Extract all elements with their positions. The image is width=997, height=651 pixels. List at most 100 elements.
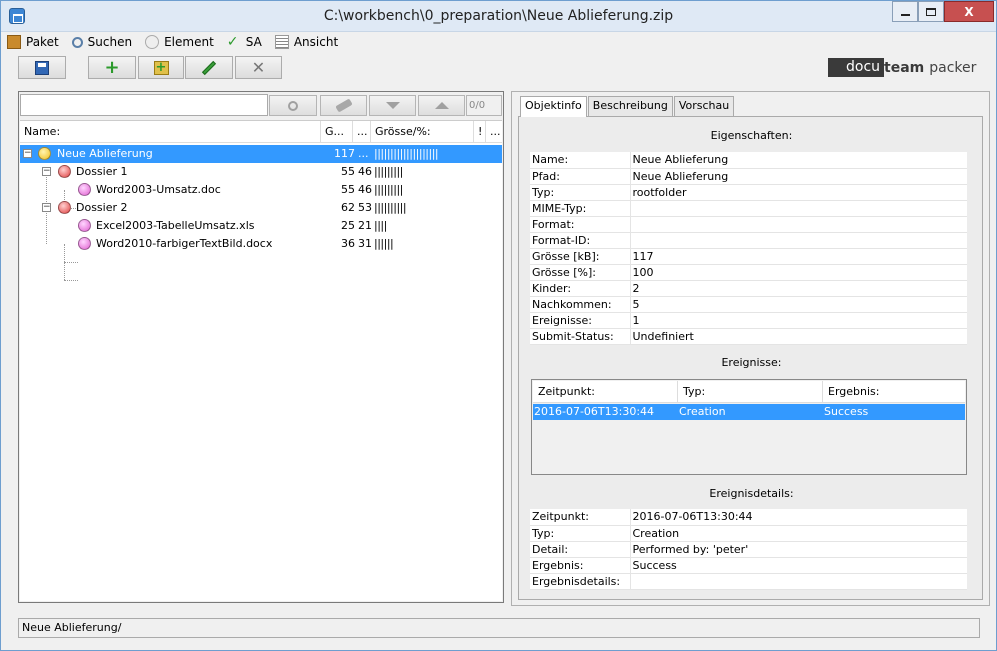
tree-row-size: 25 <box>341 219 355 232</box>
search-button[interactable] <box>269 95 317 116</box>
events-table: Zeitpunkt: Typ: Ergebnis: 2016-07-06T13:… <box>531 379 967 475</box>
property-key: Grösse [%]: <box>530 264 631 281</box>
tree-row-percent: 53 <box>358 201 372 214</box>
save-button[interactable] <box>18 56 66 79</box>
objektinfo-content: Eigenschaften: Name: Neue Ablieferung Pfa… <box>518 116 983 600</box>
column-percent[interactable]: ... <box>353 121 371 143</box>
tree-row-size: 62 <box>341 201 355 214</box>
close-icon: X <box>964 4 974 19</box>
magnifier-icon <box>288 100 298 111</box>
tree-row-bar: |||||| <box>374 237 394 250</box>
menu-element[interactable]: Element <box>143 35 216 49</box>
tree-row-size: 55 <box>341 165 355 178</box>
property-row: Format-ID: <box>530 232 967 249</box>
tree-row[interactable]: Word2010-farbigerTextBild.docx 36 31 |||… <box>20 235 502 253</box>
detail-value: Performed by: 'peter' <box>630 541 967 558</box>
delete-button[interactable]: ✕ <box>235 56 282 79</box>
window-title: C:\workbench\0_preparation\Neue Abliefer… <box>323 8 674 24</box>
title-bar[interactable]: C:\workbench\0_preparation\Neue Abliefer… <box>1 1 996 32</box>
edit-button[interactable] <box>185 56 233 79</box>
property-key: Format-ID: <box>530 232 631 249</box>
close-button[interactable]: X <box>944 1 994 22</box>
tree-row[interactable]: − Dossier 1 55 46 ||||||||| <box>20 163 502 181</box>
property-row: Kinder: 2 <box>530 280 967 297</box>
property-key: Format: <box>530 216 631 233</box>
menu-ansicht-label: Ansicht <box>293 35 339 49</box>
add-multiple-button[interactable]: + <box>138 56 184 79</box>
menu-sa-label: SA <box>245 35 262 49</box>
menu-element-label: Element <box>164 35 214 49</box>
tree-connector <box>64 280 78 281</box>
add-button[interactable]: + <box>88 56 136 79</box>
property-value: 2 <box>630 280 967 297</box>
eigenschaften-title: Eigenschaften: <box>710 129 793 142</box>
property-key: Name: <box>530 152 631 169</box>
event-row[interactable]: 2016-07-06T13:30:44 Creation Success <box>533 404 965 420</box>
file-status-icon <box>78 183 91 196</box>
column-more[interactable]: ... <box>486 121 502 143</box>
folder-status-icon <box>58 201 71 214</box>
detail-row: Detail: Performed by: 'peter' <box>530 541 967 558</box>
tree-row[interactable]: Excel2003-TabelleUmsatz.xls 25 21 |||| <box>20 217 502 235</box>
property-row: Name: Neue Ablieferung <box>530 152 967 169</box>
property-key: Nachkommen: <box>530 296 631 313</box>
add-folder-icon: + <box>153 60 169 75</box>
tree-row[interactable]: − Dossier 2 62 53 |||||||||| <box>20 199 502 217</box>
tab-objektinfo[interactable]: Objektinfo <box>520 96 587 117</box>
previous-result-button[interactable] <box>418 95 465 116</box>
clear-search-button[interactable] <box>320 95 367 116</box>
property-value <box>630 216 967 233</box>
detail-value: Creation <box>630 525 967 542</box>
logo-part-packer: packer <box>929 59 977 76</box>
tree-row[interactable]: Word2003-Umsatz.doc 55 46 ||||||||| <box>20 181 502 199</box>
property-row: Nachkommen: 5 <box>530 296 967 313</box>
detail-row: Zeitpunkt: 2016-07-06T13:30:44 <box>530 509 967 526</box>
next-result-button[interactable] <box>369 95 416 116</box>
property-row: Typ: rootfolder <box>530 184 967 201</box>
property-key: Pfad: <box>530 168 631 185</box>
column-name[interactable]: Name: <box>20 121 321 143</box>
property-key: Typ: <box>530 184 631 201</box>
tree-row-percent: 31 <box>358 237 372 250</box>
detail-row: Typ: Creation <box>530 525 967 542</box>
ereignisse-title: Ereignisse: <box>721 356 782 369</box>
collapse-icon[interactable]: − <box>23 149 32 158</box>
tree-row-name: Dossier 2 <box>76 201 128 214</box>
tab-bar: Objektinfo Beschreibung Vorschau <box>520 96 735 117</box>
menu-paket[interactable]: Paket <box>5 35 61 49</box>
maximize-button[interactable] <box>918 1 944 22</box>
property-value: 100 <box>630 264 967 281</box>
tree-header: Name: G... ... Grösse/%: ! ... <box>20 121 502 143</box>
menu-sa[interactable]: ✓ SA <box>225 35 264 49</box>
search-input[interactable] <box>20 94 268 116</box>
tab-beschreibung[interactable]: Beschreibung <box>587 96 673 116</box>
pencil-icon <box>201 60 217 75</box>
column-warning[interactable]: ! <box>474 121 486 143</box>
property-row: Grösse [%]: 100 <box>530 264 967 281</box>
collapse-icon[interactable]: − <box>42 167 51 176</box>
event-ergebnis: Success <box>824 405 869 418</box>
collapse-icon[interactable]: − <box>42 203 51 212</box>
minimize-icon <box>900 13 910 16</box>
column-zeitpunkt[interactable]: Zeitpunkt: <box>533 381 678 403</box>
tree-row-bar: |||||||||| <box>374 201 407 214</box>
maximize-icon <box>926 7 936 16</box>
menu-suchen-label: Suchen <box>87 35 133 49</box>
property-key: Kinder: <box>530 280 631 297</box>
tab-vorschau[interactable]: Vorschau <box>673 96 735 116</box>
column-g[interactable]: G... <box>321 121 353 143</box>
column-ergebnis[interactable]: Ergebnis: <box>823 381 965 403</box>
list-icon <box>274 35 289 49</box>
tree-row[interactable]: − Neue Ablieferung 117 ... |||||||||||||… <box>20 145 502 163</box>
menu-ansicht[interactable]: Ansicht <box>273 35 340 49</box>
arrow-down-icon <box>385 102 400 109</box>
folder-status-icon <box>58 165 71 178</box>
plus-icon: + <box>104 56 120 78</box>
tree-panel: 0/0 Name: G... ... Grösse/%: ! ... − Neu… <box>18 91 504 603</box>
column-typ[interactable]: Typ: <box>678 381 823 403</box>
minimize-button[interactable] <box>892 1 918 22</box>
menu-suchen[interactable]: Suchen <box>70 35 134 49</box>
tree-row-percent: 46 <box>358 183 372 196</box>
menu-bar: Paket Suchen Element ✓ SA Ansicht <box>5 32 349 52</box>
column-size[interactable]: Grösse/%: <box>371 121 474 143</box>
